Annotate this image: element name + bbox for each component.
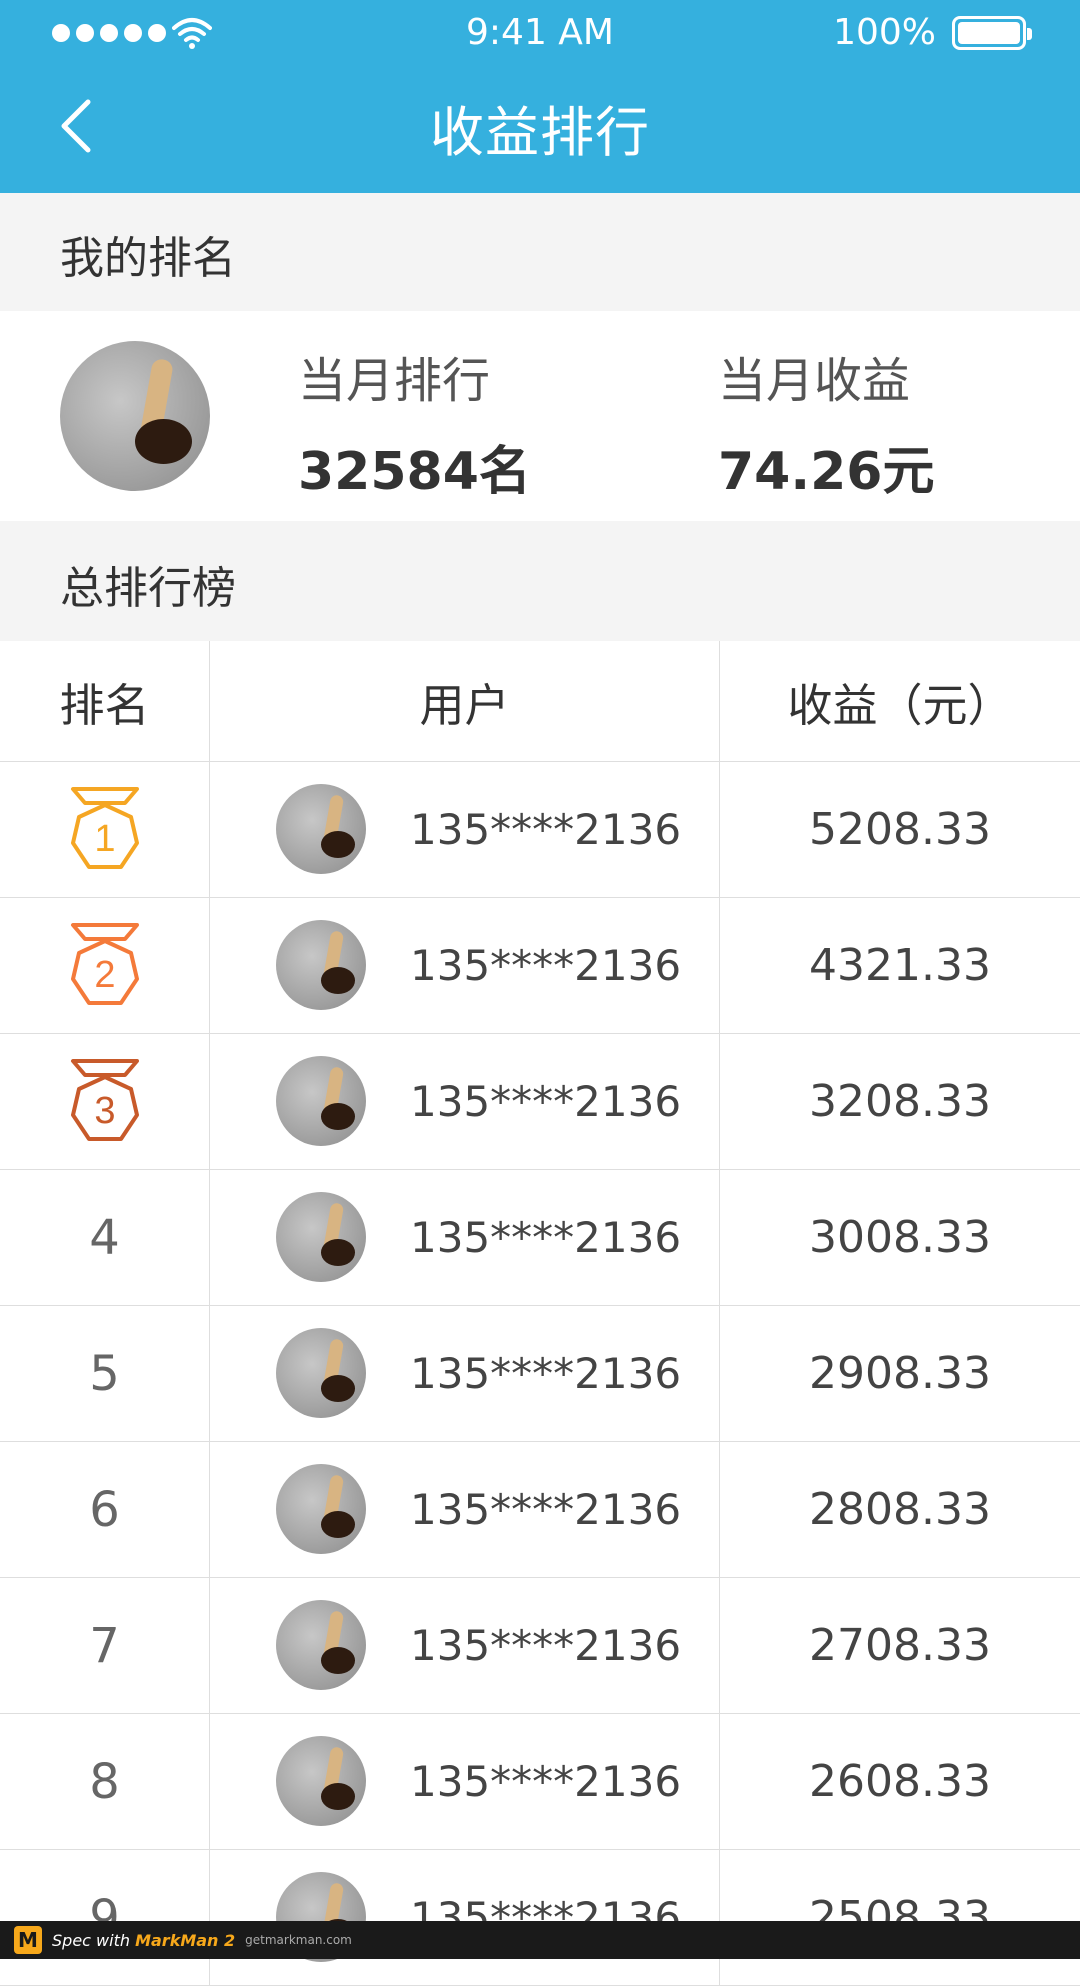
avatar: [276, 1600, 366, 1690]
table-header-row: 排名 用户 收益（元）: [0, 641, 1080, 762]
column-header-rank: 排名: [0, 641, 210, 761]
avatar: [276, 1328, 366, 1418]
table-row: 9 135****2136 2508.33: [0, 1850, 1080, 1986]
table-row: 4 135****2136 3008.33: [0, 1170, 1080, 1306]
income-cell: 4321.33: [720, 898, 1080, 1033]
user-phone: 135****2136: [410, 1485, 682, 1534]
income-cell: 3208.33: [720, 1034, 1080, 1169]
table-row: 2 135****2136 4321.33: [0, 898, 1080, 1034]
rank-cell: 4: [0, 1170, 210, 1305]
user-cell: 135****2136: [210, 898, 720, 1033]
medal-icon: 1: [69, 785, 141, 875]
user-phone: 135****2136: [410, 1893, 682, 1942]
table-row: 5 135****2136 2908.33: [0, 1306, 1080, 1442]
watermark-brand: MarkMan 2: [135, 1930, 236, 1950]
income-cell: 2508.33: [720, 1850, 1080, 1985]
ranking-table: 排名 用户 收益（元） 1 135****2136 5208.33 2 135****2…: [0, 641, 1080, 1986]
table-row: 8 135****2136 2608.33: [0, 1714, 1080, 1850]
income-value: 3008.33: [809, 1212, 991, 1263]
rank-number: 7: [89, 1617, 120, 1674]
medal-icon: 2: [69, 921, 141, 1011]
page-title: 收益排行: [430, 101, 650, 164]
svg-text:2: 2: [94, 954, 115, 996]
my-ranking-title: 我的排名: [60, 233, 236, 284]
avatar: [276, 1056, 366, 1146]
month-rank-label: 当月排行: [298, 353, 491, 409]
avatar: [276, 784, 366, 874]
rank-number: 4: [89, 1209, 120, 1266]
user-cell: 135****2136: [210, 1442, 720, 1577]
income-cell: 2708.33: [720, 1578, 1080, 1713]
avatar: [276, 1464, 366, 1554]
my-ranking-card: 当月排行 32584名 当月收益 74.26元: [0, 311, 1080, 521]
svg-text:1: 1: [94, 818, 115, 860]
income-cell: 5208.33: [720, 762, 1080, 897]
user-phone: 135****2136: [410, 805, 682, 854]
rank-cell: 1: [0, 762, 210, 897]
rank-number: 5: [89, 1345, 120, 1402]
rank-number: 8: [89, 1753, 120, 1810]
total-ranking-title: 总排行榜: [60, 563, 236, 614]
income-value: 2608.33: [809, 1756, 991, 1807]
user-phone: 135****2136: [410, 941, 682, 990]
avatar: [276, 1736, 366, 1826]
income-value: 2908.33: [809, 1348, 991, 1399]
rank-number: 6: [89, 1481, 120, 1538]
column-header-income: 收益（元）: [787, 678, 1013, 732]
user-cell: 135****2136: [210, 1306, 720, 1441]
table-row: 6 135****2136 2808.33: [0, 1442, 1080, 1578]
rank-cell: 9: [0, 1850, 210, 1985]
watermark-subtext: getmarkman.com: [245, 1933, 352, 1947]
battery-icon: [952, 16, 1032, 50]
column-header-user: 用户: [210, 641, 720, 761]
income-cell: 2608.33: [720, 1714, 1080, 1849]
table-row: 7 135****2136 2708.33: [0, 1578, 1080, 1714]
month-rank-value: 32584名: [298, 442, 531, 502]
user-cell: 135****2136: [210, 1034, 720, 1169]
income-value: 3208.33: [809, 1076, 991, 1127]
rank-cell: 2: [0, 898, 210, 1033]
income-cell: 2908.33: [720, 1306, 1080, 1441]
rank-cell: 8: [0, 1714, 210, 1849]
medal-icon: 3: [69, 1057, 141, 1147]
user-phone: 135****2136: [410, 1077, 682, 1126]
rank-cell: 7: [0, 1578, 210, 1713]
user-cell: 135****2136: [210, 762, 720, 897]
user-cell: 135****2136: [210, 1850, 720, 1985]
income-value: 2808.33: [809, 1484, 991, 1535]
income-cell: 3008.33: [720, 1170, 1080, 1305]
income-value: 2708.33: [809, 1620, 991, 1671]
month-income-label: 当月收益: [718, 353, 911, 409]
user-cell: 135****2136: [210, 1714, 720, 1849]
table-row: 1 135****2136 5208.33: [0, 762, 1080, 898]
markman-logo-icon: M: [14, 1926, 42, 1954]
user-phone: 135****2136: [410, 1349, 682, 1398]
markman-watermark: M Spec with MarkMan 2 getmarkman.com: [0, 1921, 1080, 1959]
user-phone: 135****2136: [410, 1757, 682, 1806]
user-cell: 135****2136: [210, 1578, 720, 1713]
avatar: [276, 920, 366, 1010]
app-header: 9:41 AM 100% 收益排行: [0, 0, 1080, 193]
income-value: 4321.33: [809, 940, 991, 991]
avatar: [276, 1192, 366, 1282]
user-phone: 135****2136: [410, 1621, 682, 1670]
rank-cell: 5: [0, 1306, 210, 1441]
user-cell: 135****2136: [210, 1170, 720, 1305]
status-bar: 9:41 AM 100%: [0, 0, 1080, 66]
month-income-value: 74.26元: [718, 442, 935, 502]
rank-cell: 6: [0, 1442, 210, 1577]
rank-cell: 3: [0, 1034, 210, 1169]
battery-percent: 100%: [833, 12, 936, 53]
table-row: 3 135****2136 3208.33: [0, 1034, 1080, 1170]
svg-text:3: 3: [94, 1090, 115, 1132]
income-value: 5208.33: [809, 804, 991, 855]
user-phone: 135****2136: [410, 1213, 682, 1262]
income-cell: 2808.33: [720, 1442, 1080, 1577]
avatar: [60, 341, 210, 491]
watermark-text-prefix: Spec with: [52, 1930, 136, 1950]
